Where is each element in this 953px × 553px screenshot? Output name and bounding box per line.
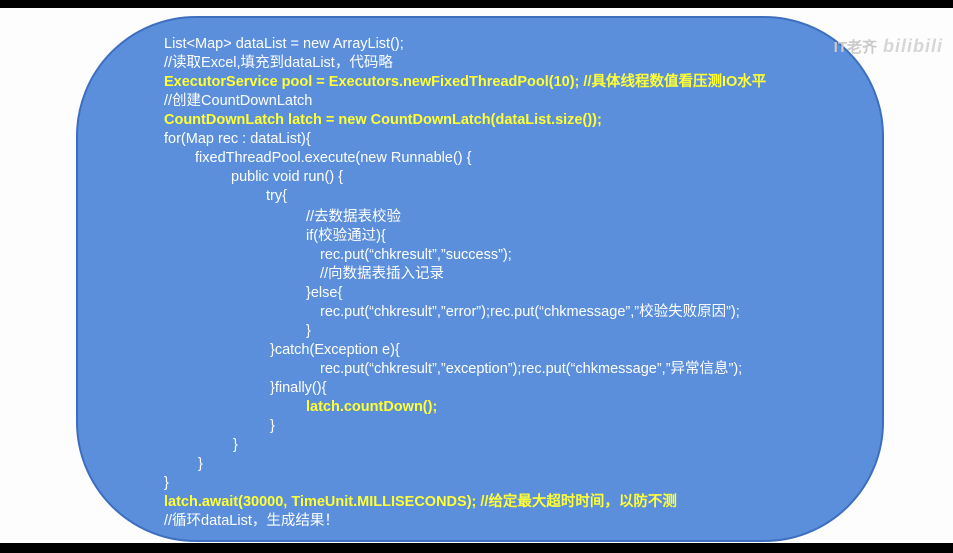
code-card: List<Map> dataList = new ArrayList(); //… [76, 16, 884, 542]
code-line: List<Map> dataList = new ArrayList(); [164, 36, 404, 52]
code-line: } [270, 418, 275, 434]
code-line: } [164, 475, 169, 491]
code-line: for(Map rec : dataList){ [164, 131, 311, 147]
code-line: //创建CountDownLatch [164, 93, 313, 109]
code-line: rec.put(“chkresult”,”success”); [320, 247, 512, 263]
code-line: }catch(Exception e){ [270, 342, 400, 358]
code-line-highlight: ExecutorService pool = Executors.newFixe… [164, 74, 767, 90]
code-block: List<Map> dataList = new ArrayList(); //… [78, 18, 882, 540]
code-line: if(校验通过){ [306, 228, 386, 244]
code-line: //读取Excel,填充到dataList，代码略 [164, 55, 393, 71]
code-line: } [306, 323, 311, 339]
code-line: } [233, 437, 238, 453]
slide-area: List<Map> dataList = new ArrayList(); //… [0, 8, 953, 543]
code-line: }else{ [306, 285, 343, 301]
bilibili-logo: bilibili [883, 36, 943, 56]
code-line: //向数据表插入记录 [320, 266, 445, 282]
watermark-author: IT老齐 [833, 39, 877, 56]
code-line: } [198, 456, 203, 472]
code-line-highlight: latch.await(30000, TimeUnit.MILLISECONDS… [164, 494, 677, 510]
video-watermark: IT老齐 bilibili [834, 36, 943, 57]
code-line-highlight: latch.countDown(); [306, 399, 438, 415]
code-line: //去数据表校验 [306, 209, 402, 225]
code-line: rec.put(“chkresult”,”exception”);rec.put… [320, 361, 743, 377]
code-line: rec.put(“chkresult”,”error”);rec.put(“ch… [320, 304, 740, 320]
code-line: fixedThreadPool.execute(new Runnable() { [195, 150, 472, 166]
code-line: public void run() { [231, 169, 344, 185]
code-line: //循环dataList，生成结果！ [164, 513, 339, 529]
code-line-highlight: CountDownLatch latch = new CountDownLatc… [164, 112, 602, 128]
code-line: try{ [266, 188, 287, 204]
code-line: }finally(){ [270, 380, 327, 396]
